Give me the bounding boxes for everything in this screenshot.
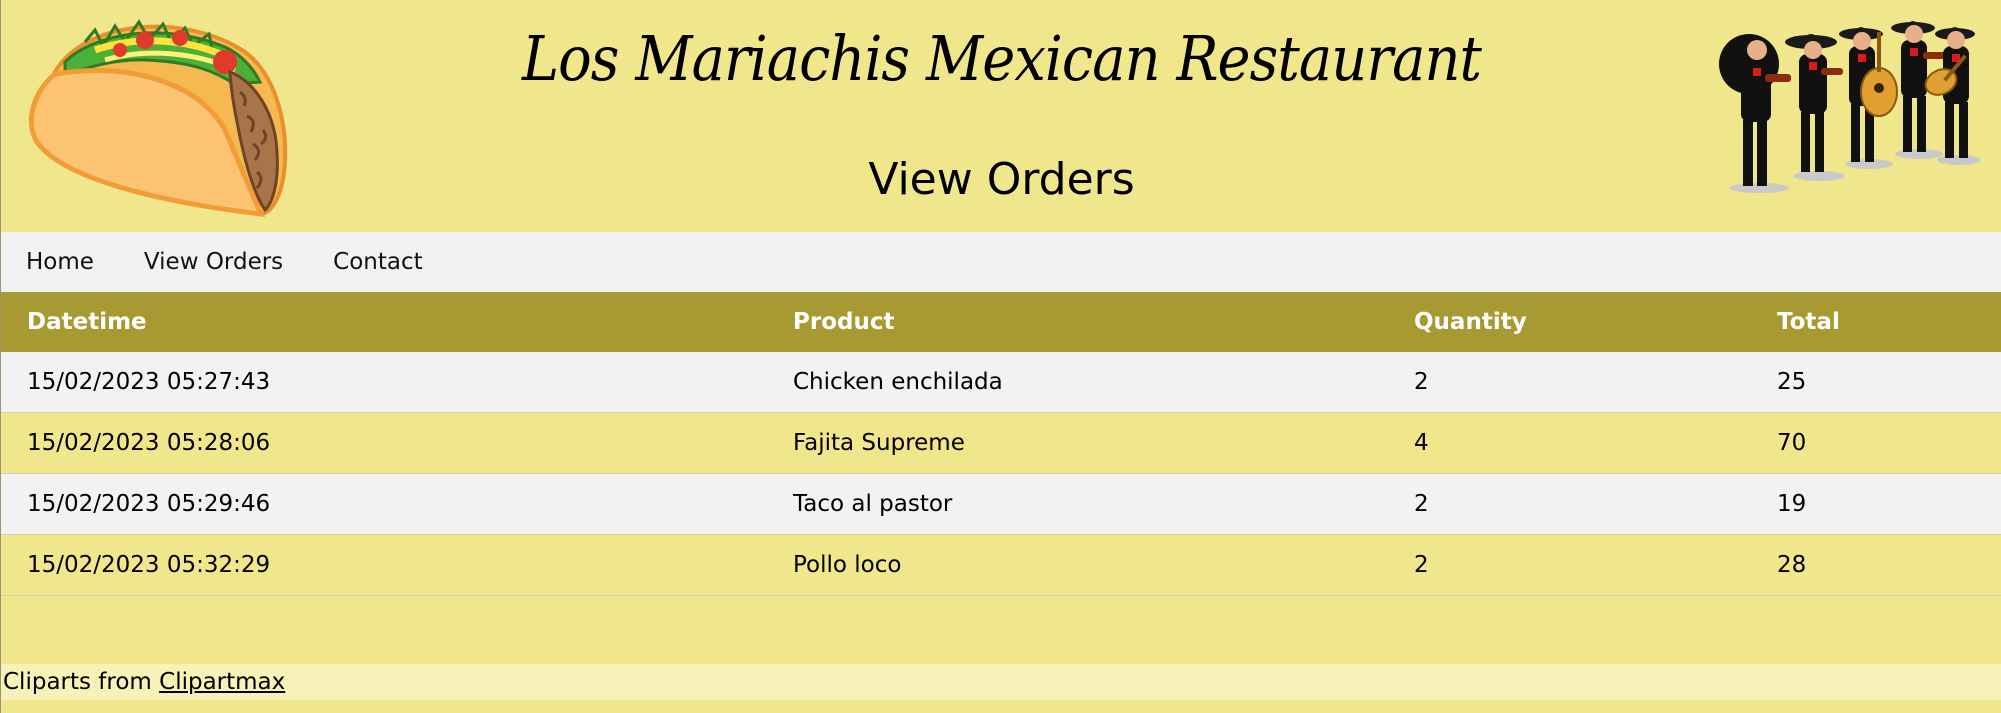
table-row: 15/02/2023 05:29:46 Taco al pastor 2 19 <box>1 473 2001 535</box>
column-header-product: Product <box>767 292 1388 352</box>
site-footer: Cliparts from Clipartmax <box>1 664 2001 700</box>
nav-view-orders-link[interactable]: View Orders <box>144 249 283 275</box>
table-row: 15/02/2023 05:28:06 Fajita Supreme 4 70 <box>1 412 2001 474</box>
cell-product: Pollo loco <box>767 534 1388 596</box>
site-title: Los Mariachis Mexican Restaurant <box>521 22 1482 95</box>
table-row: 15/02/2023 05:27:43 Chicken enchilada 2 … <box>1 352 2001 413</box>
footer-text: Cliparts from <box>3 669 160 695</box>
cell-quantity: 2 <box>1388 534 1751 596</box>
nav-home-link[interactable]: Home <box>26 249 94 275</box>
nav-contact-link[interactable]: Contact <box>333 249 422 275</box>
cell-total: 19 <box>1751 473 2001 535</box>
site-header: Los Mariachis Mexican Restaurant View Or… <box>1 0 2001 232</box>
page: Los Mariachis Mexican Restaurant View Or… <box>0 0 2001 713</box>
cell-datetime: 15/02/2023 05:32:29 <box>1 534 767 596</box>
cell-quantity: 4 <box>1388 412 1751 474</box>
table-row: 15/02/2023 05:32:29 Pollo loco 2 28 <box>1 534 2001 596</box>
cell-total: 70 <box>1751 412 2001 474</box>
orders-table: Datetime Product Quantity Total 15/02/20… <box>1 292 2001 596</box>
cell-datetime: 15/02/2023 05:29:46 <box>1 473 767 535</box>
cell-quantity: 2 <box>1388 473 1751 535</box>
clipartmax-link[interactable]: Clipartmax <box>159 669 285 695</box>
column-header-quantity: Quantity <box>1388 292 1751 352</box>
column-header-datetime: Datetime <box>1 292 767 352</box>
column-header-total: Total <box>1751 292 2001 352</box>
cell-quantity: 2 <box>1388 352 1751 413</box>
main-nav: Home View Orders Contact <box>1 232 2001 292</box>
cell-product: Chicken enchilada <box>767 352 1388 413</box>
page-title: View Orders <box>868 154 1135 205</box>
cell-total: 28 <box>1751 534 2001 596</box>
cell-product: Taco al pastor <box>767 473 1388 535</box>
cell-total: 25 <box>1751 352 2001 413</box>
mariachi-band-icon <box>1719 21 1981 193</box>
cell-product: Fajita Supreme <box>767 412 1388 474</box>
orders-table-header-row: Datetime Product Quantity Total <box>1 292 2001 352</box>
cell-datetime: 15/02/2023 05:28:06 <box>1 412 767 474</box>
cell-datetime: 15/02/2023 05:27:43 <box>1 352 767 413</box>
